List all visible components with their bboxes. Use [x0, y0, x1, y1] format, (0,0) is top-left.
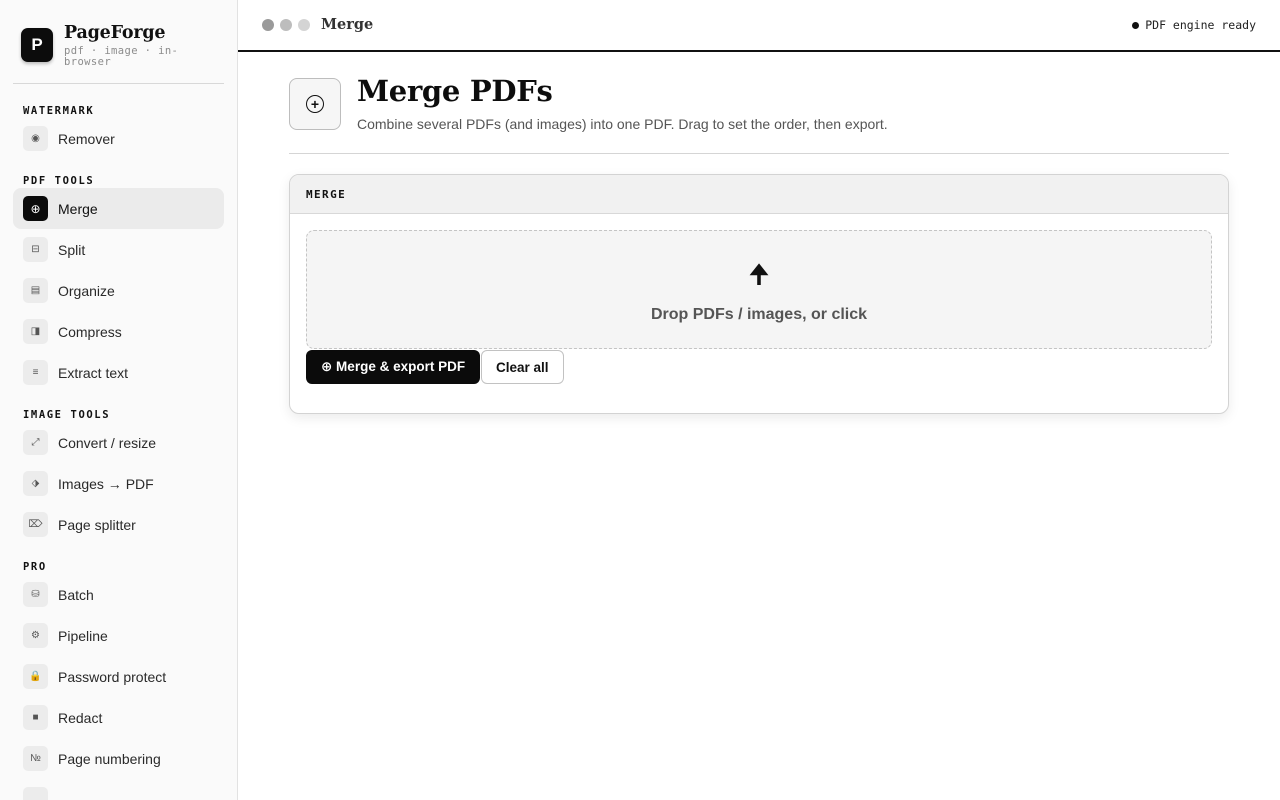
- sidebar-item-pipeline[interactable]: ⚙ Pipeline: [13, 615, 224, 656]
- sidebar-item-compress[interactable]: ◨ Compress: [13, 311, 224, 352]
- topbar-title: Merge: [321, 16, 374, 33]
- window-dot-2[interactable]: [280, 19, 292, 31]
- page-title: Merge PDFs: [357, 74, 553, 108]
- window-dot-3[interactable]: [298, 19, 310, 31]
- sidebar-item-label: Images → PDF: [58, 475, 154, 492]
- sidebar-item-convert-resize[interactable]: ⤢ Convert / resize: [13, 422, 224, 463]
- window-dot-1[interactable]: [262, 19, 274, 31]
- dropzone-text: Drop PDFs / images, or click: [650, 306, 868, 323]
- clear-all-button[interactable]: Clear all: [481, 350, 564, 384]
- sidebar-item-label: Page splitter: [58, 516, 136, 533]
- brand-text: PageForge pdf · image · in-browser: [64, 23, 184, 68]
- merge-card: MERGE 🠉 Drop PDFs / images, or click ⊕ M…: [289, 174, 1229, 414]
- sidebar-item-label: Convert / resize: [58, 434, 157, 451]
- brand-name: PageForge: [64, 23, 166, 43]
- merge-export-button[interactable]: ⊕ Merge & export PDF: [306, 350, 481, 384]
- upload-arrow-icon: 🠉: [748, 259, 770, 289]
- sidebar-item-images-pdf[interactable]: ⬗ Images → PDF: [13, 463, 224, 504]
- organize-icon: ▤: [23, 278, 48, 303]
- sidebar-item-label: Merge: [58, 200, 98, 217]
- sidebar: P PageForge pdf · image · in-browser WAT…: [0, 0, 238, 800]
- sidebar-item-extract-text[interactable]: ≡ Extract text: [13, 352, 224, 393]
- brand[interactable]: P PageForge pdf · image · in-browser: [21, 23, 184, 68]
- redact-icon: ■: [23, 705, 48, 730]
- sidebar-item-label: Batch: [58, 586, 94, 603]
- sidebar-item-remover[interactable]: ◉ Remover: [13, 118, 224, 159]
- sidebar-item-label: Page numbering: [58, 750, 161, 767]
- extract-text-icon: ≡: [23, 360, 48, 385]
- sidebar-item-merge[interactable]: ⊕ Merge: [13, 188, 224, 229]
- sidebar-item-label: Remover: [58, 130, 115, 147]
- watermark-remover-icon: ◉: [23, 126, 48, 151]
- pipeline-icon: ⚙: [23, 623, 48, 648]
- topbar: Merge PDF engine ready: [238, 0, 1280, 52]
- merge-icon: ⊕: [23, 196, 48, 221]
- sidebar-section-label: WATERMARK: [23, 105, 95, 117]
- brand-tagline: pdf · image · in-browser: [64, 45, 179, 68]
- status-dot-icon: [1132, 21, 1140, 29]
- sidebar-item-password-protect[interactable]: 🔒 Password protect: [13, 656, 224, 697]
- plus-circle-icon: +: [306, 95, 324, 113]
- sidebar-item-page-splitter[interactable]: ⌦ Page splitter: [13, 504, 224, 545]
- sidebar-item-label: Split: [58, 241, 86, 258]
- page-subtitle: Combine several PDFs (and images) into o…: [357, 116, 888, 132]
- sidebar-item-redact[interactable]: ■ Redact: [13, 697, 224, 738]
- card-header: MERGE: [290, 175, 1228, 214]
- sidebar-item-split[interactable]: ⊟ Split: [13, 229, 224, 270]
- file-dropzone[interactable]: 🠉 Drop PDFs / images, or click: [306, 230, 1212, 349]
- batch-icon: ⛁: [23, 582, 48, 607]
- sidebar-section-label: IMAGE TOOLS: [23, 409, 111, 421]
- status-indicator: PDF engine ready: [1132, 18, 1256, 32]
- sidebar-section-label: PRO: [23, 561, 47, 573]
- more-tool-icon: [23, 787, 48, 800]
- sidebar-item-organize[interactable]: ▤ Organize: [13, 270, 224, 311]
- status-text: PDF engine ready: [1145, 18, 1256, 32]
- sidebar-item-page-numbering[interactable]: № Page numbering: [13, 738, 224, 779]
- page-splitter-icon: ⌦: [23, 512, 48, 537]
- hero-divider: [289, 153, 1229, 154]
- page-numbering-icon: №: [23, 746, 48, 771]
- sidebar-divider: [13, 83, 224, 84]
- split-icon: ⊟: [23, 237, 48, 262]
- merge-hero-icon: +: [289, 78, 341, 130]
- sidebar-item-label: Redact: [58, 709, 103, 726]
- sidebar-item-more[interactable]: [13, 779, 224, 800]
- sidebar-item-label: Password protect: [58, 668, 167, 685]
- sidebar-item-label: Organize: [58, 282, 115, 299]
- convert-resize-icon: ⤢: [23, 430, 48, 455]
- compress-icon: ◨: [23, 319, 48, 344]
- images-to-pdf-icon: ⬗: [23, 471, 48, 496]
- sidebar-item-label: Pipeline: [58, 627, 108, 644]
- lock-icon: 🔒: [23, 664, 48, 689]
- brand-logo: P: [21, 28, 53, 62]
- sidebar-item-label: Extract text: [58, 364, 129, 381]
- sidebar-section-label: PDF TOOLS: [23, 175, 95, 187]
- sidebar-item-batch[interactable]: ⛁ Batch: [13, 574, 224, 615]
- sidebar-item-label: Compress: [58, 323, 122, 340]
